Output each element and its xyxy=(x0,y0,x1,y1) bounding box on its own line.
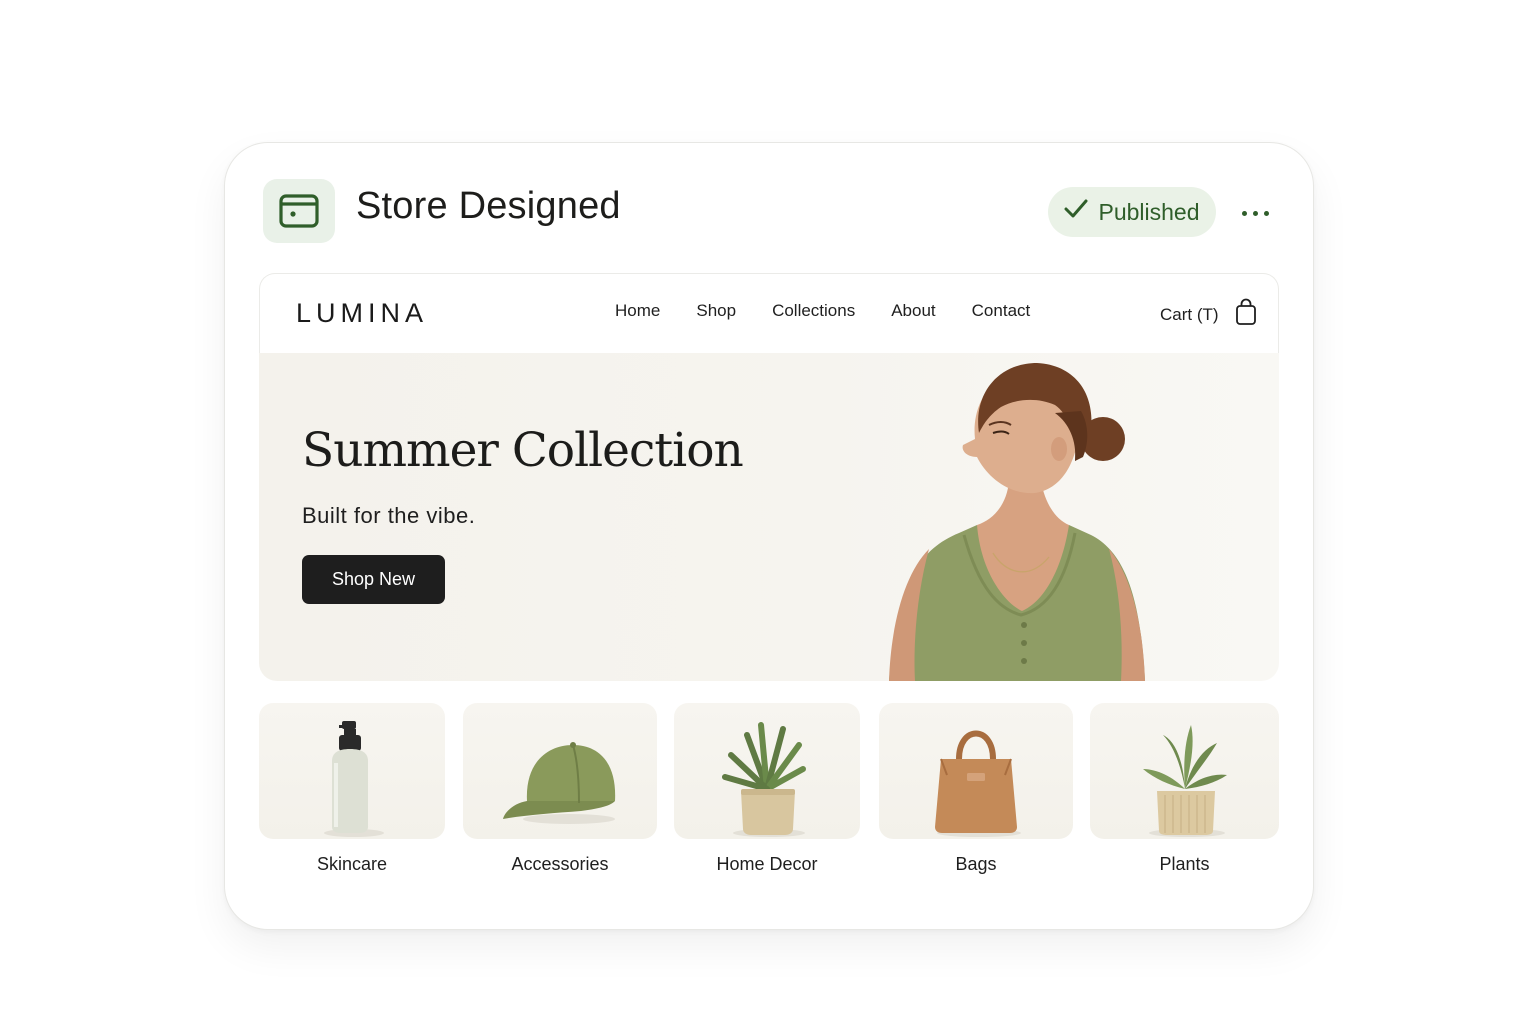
category-label: Plants xyxy=(1159,854,1210,874)
nav-link-shop[interactable]: Shop xyxy=(696,301,736,321)
category-label: Accessories xyxy=(511,854,609,874)
store-nav-links: Home Shop Collections About Contact xyxy=(615,301,1030,321)
category-label: Skincare xyxy=(316,854,388,874)
hero-subtitle: Built for the vibe. xyxy=(302,503,476,528)
potted-plant-icon xyxy=(1142,725,1227,837)
nav-link-home[interactable]: Home xyxy=(615,301,660,321)
more-options-button[interactable] xyxy=(1233,195,1277,231)
published-status-button[interactable]: Published xyxy=(1048,187,1216,237)
category-card-plants[interactable]: Plants xyxy=(1090,703,1279,875)
potted-plant-icon xyxy=(722,722,806,837)
category-card-home-decor[interactable]: Home Decor xyxy=(674,703,860,875)
shopping-bag-icon xyxy=(1235,298,1257,331)
hero-title: Summer Collection xyxy=(302,423,744,478)
hero-banner: Summer Collection Built for the vibe. Sh… xyxy=(259,353,1279,681)
nav-link-collections[interactable]: Collections xyxy=(772,301,855,321)
category-label: Bags xyxy=(955,854,997,874)
category-card-skincare[interactable]: Skincare xyxy=(259,703,445,875)
status-label: Published xyxy=(1098,198,1200,225)
category-label: Home Decor xyxy=(716,854,818,874)
card-title: Store Designed xyxy=(356,185,621,227)
hero-model-image xyxy=(889,363,1145,681)
store-preview: LUMINA Home Shop Collections About Conta… xyxy=(259,273,1279,893)
category-tile xyxy=(1090,703,1279,839)
cart-link[interactable]: Cart (T) xyxy=(1160,298,1257,331)
category-card-bags[interactable]: Bags xyxy=(879,703,1073,875)
cart-label: Cart (T) xyxy=(1160,304,1219,324)
store-navbar: LUMINA Home Shop Collections About Conta… xyxy=(259,273,1279,354)
category-row: Skincare Accessories Home Decor Bags Pla… xyxy=(259,703,1279,893)
nav-link-contact[interactable]: Contact xyxy=(972,301,1031,321)
pump-bottle-icon xyxy=(324,721,384,837)
cap-icon xyxy=(503,742,616,824)
category-tile xyxy=(463,703,657,839)
tote-bag-icon xyxy=(935,730,1021,837)
store-brand-logo[interactable]: LUMINA xyxy=(296,298,428,329)
check-icon xyxy=(1064,198,1088,226)
category-tile xyxy=(674,703,860,839)
browser-window-icon xyxy=(263,179,335,243)
nav-link-about[interactable]: About xyxy=(891,301,935,321)
category-card-accessories[interactable]: Accessories xyxy=(463,703,657,875)
category-tile xyxy=(879,703,1073,839)
store-designed-card: Store Designed Published LUMINA Home Sho… xyxy=(224,142,1314,930)
category-tile xyxy=(259,703,445,839)
shop-new-button[interactable]: Shop New xyxy=(302,555,445,604)
